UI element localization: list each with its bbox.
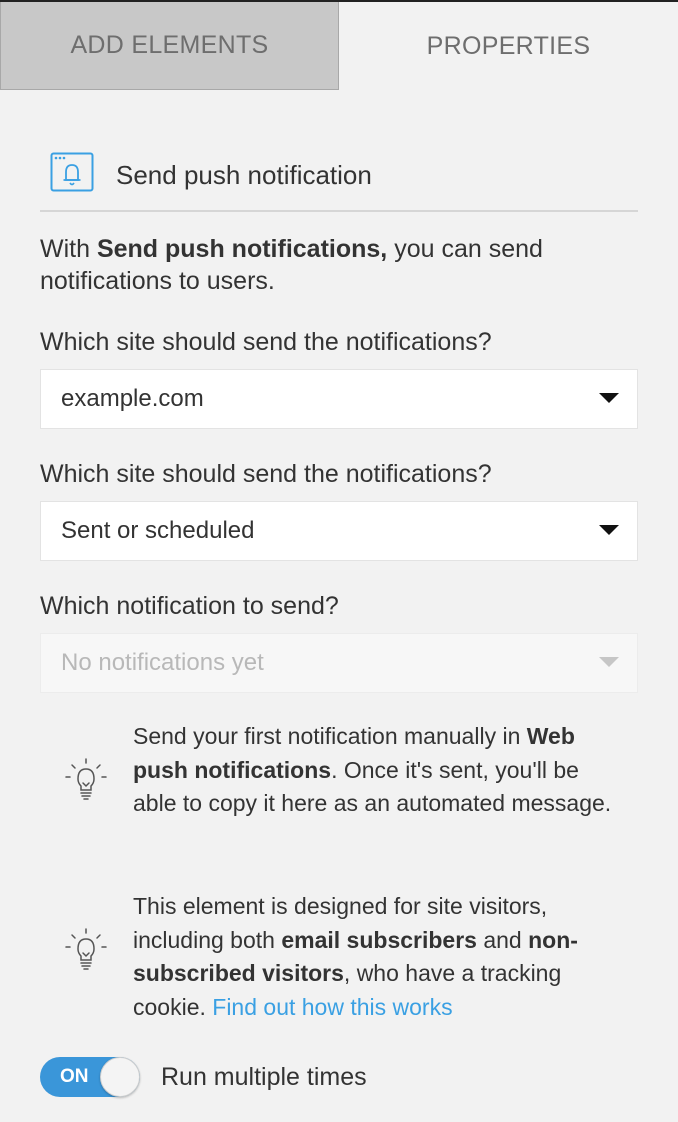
dropdown-arrow-icon [599,393,619,403]
dropdown-arrow-icon [599,657,619,667]
tip1-text-1: Send your first notification manually in [133,723,527,749]
browser-bell-icon [50,152,94,192]
element-header: Send push notification [40,148,638,212]
run-multiple-label: Run multiple times [161,1063,367,1091]
notification-label: Which notification to send? [40,592,339,620]
tip-site-visitors: This element is designed for site visito… [133,890,613,1024]
status-select[interactable]: Sent or scheduled [40,501,638,561]
run-multiple-toggle[interactable]: ON [40,1057,140,1097]
intro-prefix: With [40,235,97,263]
notification-select-placeholder: No notifications yet [61,649,264,676]
tip-first-notification: Send your first notification manually in… [133,720,613,821]
lightbulb-icon [65,928,107,970]
notification-select: No notifications yet [40,633,638,693]
tab-properties[interactable]: PROPERTIES [339,2,678,90]
toggle-knob [100,1057,140,1097]
status-select-value: Sent or scheduled [61,517,255,544]
intro-text: With Send push notifications, you can se… [40,233,640,297]
tip2-bold-1: email subscribers [281,926,477,953]
tab-add-elements[interactable]: ADD ELEMENTS [0,2,339,90]
find-out-link[interactable]: Find out how this works [212,994,452,1020]
intro-bold: Send push notifications, [96,235,388,263]
toggle-state-label: ON [60,1066,89,1087]
tab-bar: ADD ELEMENTS PROPERTIES [0,0,678,90]
site-select[interactable]: example.com [40,369,638,429]
element-title: Send push notification [116,160,372,190]
tip2-text-2: and [476,926,529,953]
site-label: Which site should send the notifications… [40,328,492,356]
lightbulb-icon [65,758,107,800]
dropdown-arrow-icon [599,525,619,535]
site-select-value: example.com [61,385,204,412]
status-label: Which site should send the notifications… [40,460,492,488]
